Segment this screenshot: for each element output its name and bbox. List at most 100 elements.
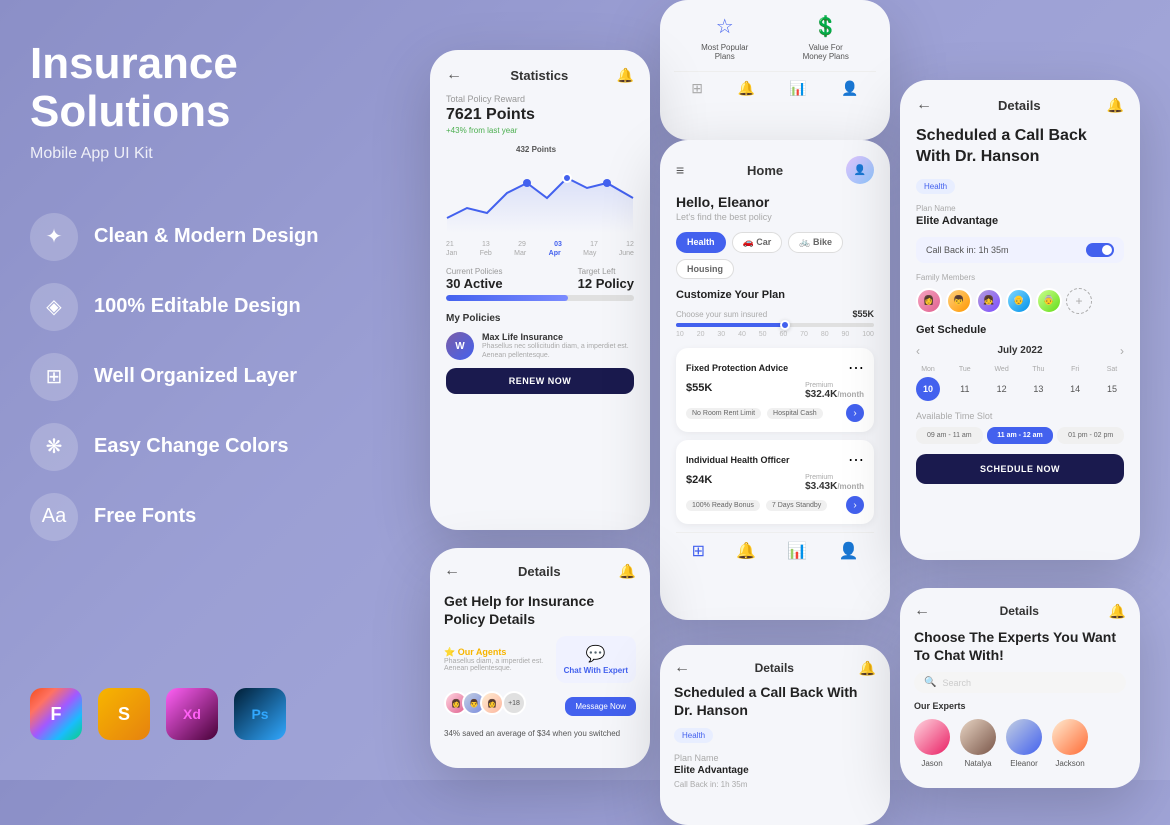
bell-nav-icon[interactable]: 🔔 — [737, 80, 754, 97]
expert-eleanor[interactable]: Eleanor — [1006, 719, 1042, 768]
expert-jackson[interactable]: Jackson — [1052, 719, 1088, 768]
experts-header: ← Details 🔔 — [914, 602, 1126, 620]
tab-health[interactable]: Health — [676, 232, 726, 253]
slot-midday[interactable]: 11 am - 12 am — [987, 427, 1054, 444]
chart-date-1: 21 — [446, 241, 454, 248]
date-10[interactable]: 10 — [916, 377, 940, 401]
date-13[interactable]: 13 — [1026, 377, 1050, 401]
slot-morning[interactable]: 09 am - 11 am — [916, 427, 983, 444]
tag-ready: 100% Ready Bonus — [686, 500, 760, 511]
chart-dates: 21 13 29 03 17 12 — [446, 241, 634, 248]
day-tue: Tue — [953, 366, 977, 373]
search-bar[interactable]: 🔍 Search — [914, 672, 1126, 693]
stats-bell-icon[interactable]: 🔔 — [617, 67, 634, 84]
user-home-nav[interactable]: 👤 — [838, 541, 858, 561]
details-bm-bell[interactable]: 🔔 — [859, 660, 876, 677]
slider-numbers: 1020304050 60708090100 — [676, 331, 874, 338]
tag-hospital: Hospital Cash — [767, 408, 823, 419]
schedule-button[interactable]: SCHEDULE NOW — [916, 454, 1124, 484]
clean-icon: ✦ — [30, 213, 78, 261]
total-reward-value: 7621 Points — [446, 106, 634, 124]
family-avatar-4: 👴 — [1006, 288, 1032, 314]
date-12[interactable]: 12 — [990, 377, 1014, 401]
chart-home-nav[interactable]: 📊 — [787, 541, 807, 561]
left-panel: Insurance Solutions Mobile App UI Kit ✦ … — [0, 0, 370, 780]
policy2-action[interactable]: › — [846, 496, 864, 514]
stats-back-button[interactable]: ← — [446, 66, 462, 84]
popular-plans-item[interactable]: ☆ Most PopularPlans — [701, 14, 748, 61]
sum-label: Choose your sum insured — [676, 310, 767, 319]
tab-housing[interactable]: Housing — [676, 259, 734, 279]
details-mid-heading: Scheduled a Call Back With Dr. Hanson — [916, 126, 1124, 168]
chat-box: 💬 Chat With Expert — [556, 636, 636, 683]
details-bl-bell[interactable]: 🔔 — [619, 563, 636, 580]
slot-afternoon[interactable]: 01 pm - 02 pm — [1057, 427, 1124, 444]
calendar-month: July 2022 — [997, 345, 1042, 356]
toggle-thumb — [1102, 245, 1112, 255]
money-icon: 💲 — [803, 14, 849, 39]
pci-tags-2: 100% Ready Bonus 7 Days Standby › — [686, 496, 864, 514]
policy1-action[interactable]: › — [846, 404, 864, 422]
value-plans-label: Value ForMoney Plans — [803, 43, 849, 61]
feature-fonts-label: Free Fonts — [94, 505, 196, 528]
home-nav-icon[interactable]: ⊞ — [692, 541, 705, 561]
expert-jason[interactable]: Jason — [914, 719, 950, 768]
user-avatar[interactable]: 👤 — [846, 156, 874, 184]
sum-insured-row: Choose your sum insured $55K — [676, 309, 874, 319]
details-back-button[interactable]: ← — [916, 96, 932, 114]
value-plans-item[interactable]: 💲 Value ForMoney Plans — [803, 14, 849, 61]
user-nav-icon[interactable]: 👤 — [841, 80, 858, 97]
details-bell-icon[interactable]: 🔔 — [1107, 97, 1124, 114]
feature-clean: ✦ Clean & Modern Design — [30, 213, 340, 261]
grid-nav-icon[interactable]: ⊞ — [691, 80, 703, 97]
expert-jackson-avatar — [1052, 719, 1088, 755]
more-icon-2[interactable]: ⋯ — [848, 450, 864, 470]
app-subtitle: Mobile App UI Kit — [30, 145, 340, 163]
bell-nav-icon[interactable]: 🔔 — [736, 541, 756, 561]
family-label: Family Members — [916, 273, 1124, 282]
month-jan: Jan — [446, 250, 457, 257]
month-feb: Feb — [480, 250, 492, 257]
details-bl-back[interactable]: ← — [444, 562, 460, 580]
experts-bell[interactable]: 🔔 — [1109, 603, 1126, 620]
expert-natalya[interactable]: Natalya — [960, 719, 996, 768]
family-avatar-3: 👧 — [976, 288, 1002, 314]
sum-slider[interactable] — [676, 323, 874, 327]
callback-toggle[interactable] — [1086, 243, 1114, 257]
expert-jackson-name: Jackson — [1052, 759, 1088, 768]
statistics-card: ← Statistics 🔔 Total Policy Reward 7621 … — [430, 50, 650, 530]
home-card: ≡ Home 👤 Hello, Eleanor Let's find the b… — [660, 140, 890, 620]
my-policies-title: My Policies — [446, 313, 634, 324]
tab-car[interactable]: 🚗 Car — [732, 232, 783, 253]
add-family-member[interactable]: + — [1066, 288, 1092, 314]
chart-nav-icon[interactable]: 📊 — [789, 80, 806, 97]
stats-change: +43% from last year — [446, 126, 634, 135]
quick-nav: ⊞ 🔔 📊 👤 — [674, 71, 876, 97]
stats-text: 34% saved an average of $34 when you swi… — [444, 729, 636, 738]
details-bm-heading: Scheduled a Call Back With Dr. Hanson — [674, 683, 876, 719]
day-sat: Sat — [1100, 366, 1124, 373]
date-15[interactable]: 15 — [1100, 377, 1124, 401]
colors-icon: ❋ — [30, 423, 78, 471]
details-mid-title: Details — [998, 98, 1041, 113]
date-11[interactable]: 11 — [953, 377, 977, 401]
experts-back[interactable]: ← — [914, 602, 930, 620]
date-14[interactable]: 14 — [1063, 377, 1087, 401]
total-reward-label: Total Policy Reward — [446, 94, 634, 104]
family-section: Family Members 👩 👦 👧 👴 👵 + — [916, 273, 1124, 314]
current-policies-col: Current Policies 30 Active — [446, 267, 503, 291]
calendar-next[interactable]: › — [1120, 344, 1124, 358]
hamburger-icon[interactable]: ≡ — [676, 162, 684, 178]
policy-card-2: Individual Health Officer ⋯ $24K Premium… — [676, 440, 874, 524]
chart-points-marker: 432 Points — [516, 145, 556, 154]
pci-header-1: Fixed Protection Advice ⋯ — [686, 358, 864, 378]
more-icon[interactable]: ⋯ — [848, 358, 864, 378]
message-button[interactable]: Message Now — [565, 697, 636, 716]
tab-bike[interactable]: 🚲 Bike — [788, 232, 843, 253]
health-badge: Health — [916, 179, 955, 194]
calendar-prev[interactable]: ‹ — [916, 344, 920, 358]
details-bm-back[interactable]: ← — [674, 659, 690, 677]
renew-button[interactable]: RENEW NOW — [446, 368, 634, 394]
day-wed: Wed — [990, 366, 1014, 373]
calendar-nav: ‹ July 2022 › — [916, 344, 1124, 358]
